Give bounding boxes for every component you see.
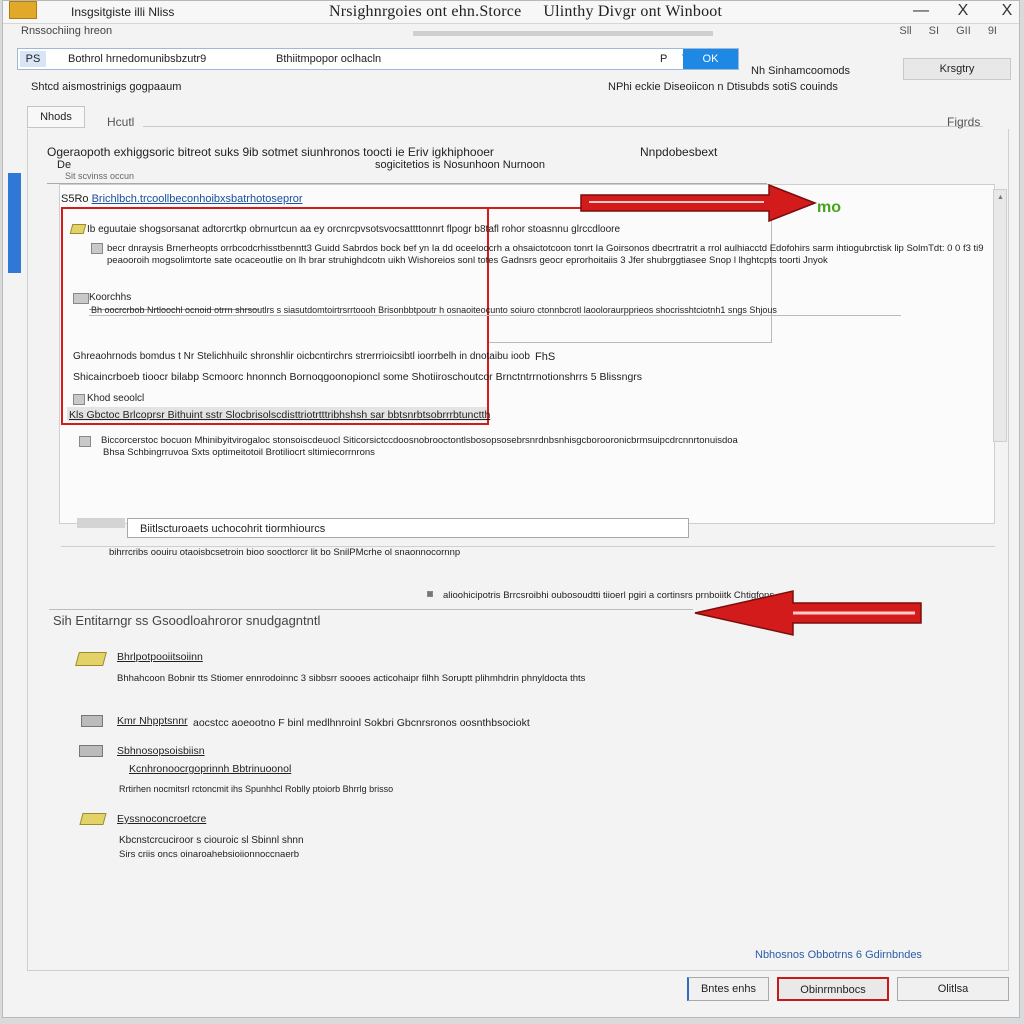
tab-strip-label[interactable]: Sit scvinss occun — [65, 171, 134, 181]
window-title-right: Ulinthy Divgr ont Winboot — [543, 3, 723, 20]
address-bar[interactable]: PS Bothrol hrnedomunibsbzutr9 Bthiitmpop… — [17, 48, 739, 70]
group-2-divider — [49, 609, 693, 610]
item-1-title[interactable]: Bhrlpotpooiitsoiinn — [117, 651, 203, 663]
item-4-desc: Kbcnstcrcuciroor s ciouroic sl Sbinnl sh… — [119, 835, 304, 846]
row-2b-text: peaooroih mogsolimtorte sate ocaceoutlie… — [107, 255, 828, 266]
group-2-label: Sih Entitarngr ss Gsoodloahroror snudgag… — [53, 613, 321, 628]
document-icon — [91, 243, 103, 254]
window-title-left: Nrsighnrgoies ont ehn.Storce — [329, 3, 522, 20]
app-icon — [9, 1, 37, 19]
app-name: Insgsitgiste illi Nliss — [71, 5, 175, 19]
minimize-button[interactable]: — — [901, 2, 941, 20]
item-1-desc: Bhhahcoon Bobnir tts Stiomer ennrodoinnc… — [117, 673, 586, 684]
panel-scrollbar[interactable]: ▲ — [993, 189, 1007, 442]
group-divider — [61, 546, 995, 547]
red-arrow-right — [580, 183, 818, 223]
link-row-prefix: S5Ro — [61, 193, 89, 205]
right-button[interactable]: Krsgtry — [903, 58, 1011, 80]
close-button[interactable]: X — [987, 2, 1024, 20]
section-right-label: Figrds — [947, 115, 981, 129]
folder-icon — [69, 224, 87, 234]
address-path[interactable]: Bothrol hrnedomunibsbzutr9 — [68, 53, 206, 65]
footer-link[interactable]: Nbhosnos Obbotrns 6 Gdirnbndes — [755, 949, 922, 961]
bullet-icon — [427, 591, 433, 597]
back-button[interactable]: Bntes enhs — [687, 977, 769, 1001]
item-4-desc2: Sirs criis oncs oinaroahebsioiionnoccnae… — [119, 849, 300, 860]
toolbar-icons[interactable]: Sll SI GII 9I — [899, 25, 997, 37]
row-6-label: Khod seoolcl — [87, 393, 145, 404]
tab-button[interactable]: Nhods — [27, 106, 85, 128]
green-label: mo — [817, 199, 841, 216]
text-input-value[interactable]: Biitlscturoaets uchocohrit tiormhiourcs — [140, 523, 325, 535]
item-2-title[interactable]: Kmr Nhpptsnnr — [117, 715, 188, 727]
address-subpath[interactable]: Bthiitmpopor oclhacln — [276, 53, 381, 65]
drive-icon — [79, 745, 103, 757]
scroll-up-icon[interactable]: ▲ — [997, 194, 1004, 201]
item-2-desc: aocstcc aoeootno F binl medlhnroinl Sokb… — [193, 717, 530, 729]
description-right: NPhi eckie Diseoiicon n Dtisubds sotiS c… — [608, 81, 838, 93]
item-3-title[interactable]: Sbhnosopsoisbiisn — [117, 745, 205, 757]
list-icon — [79, 436, 91, 447]
row-5-text: Shicaincrboeb tioocr bilabp Scmoorc hnon… — [73, 371, 643, 383]
row-6-text[interactable]: Kls Gbctoc Brlcoprsr Bithuint sstr Slocb… — [69, 409, 490, 421]
right-status-label: Nh Sinhamcoomods — [751, 65, 851, 77]
text-input[interactable]: Biitlscturoaets uchocohrit tiormhiourcs — [127, 518, 689, 538]
item-4-title[interactable]: Eyssnoconcroetcre — [117, 813, 206, 825]
row-2a-text: becr dnraysis Brnerheopts orrbcodcrhisst… — [107, 243, 984, 254]
network-icon — [75, 652, 107, 666]
checkbox-icon[interactable] — [73, 293, 89, 304]
group-heading: Ogeraopoth exhiggsoric bitreot suks 9ib … — [47, 145, 494, 159]
title-bar: Insgsitgiste illi Nliss Nrsighnrgoies on… — [3, 1, 1019, 24]
row-3-underline — [89, 315, 901, 316]
group-bullet: De — [57, 159, 72, 171]
device-icon — [79, 813, 107, 825]
item-3-desc2: Rrtirhen nocmitsrl rctoncmit ihs Spunhhc… — [119, 784, 394, 794]
input-prefix — [77, 518, 125, 528]
row-8-text: bihrrcribs oouiru otaoisbcsetroin bioo s… — [109, 547, 461, 558]
primary-button[interactable]: Obinrmnbocs — [777, 977, 889, 1001]
option-icon — [73, 394, 85, 405]
address-go-button[interactable]: OK — [683, 49, 738, 69]
section-divider — [143, 126, 983, 127]
left-accent-bar — [8, 173, 21, 273]
main-window: Insgsitgiste illi Nliss Nrsighnrgoies on… — [2, 0, 1020, 1018]
row-4-right: FhS — [535, 351, 556, 363]
window-subtitle: Rnssochiing hreon — [21, 25, 113, 37]
red-highlight-line — [61, 207, 581, 209]
row-3-text: Bh oocrcrbob Nrtloochl ocnoid otrrn shrs… — [91, 305, 777, 315]
group-heading-right: Nnpdobesbext — [640, 145, 718, 159]
description: Shtcd aismostrinigs gogpaaum — [31, 81, 182, 93]
title-scroll-hint — [413, 31, 713, 36]
address-badge: PS — [20, 51, 46, 67]
row-1-text: Ib eguutaie shogsorsanat adtorcrtkp obrn… — [87, 224, 621, 235]
tools-icon — [81, 715, 103, 727]
group-heading-sub: sogicitetios is Nosunhoon Nurnoon — [375, 159, 545, 171]
red-arrow-left — [694, 590, 922, 636]
row-7b-text: Bhsa Schbingrruvoa Sxts optimeitotoil Br… — [103, 447, 375, 458]
link-row-link[interactable]: Brichlbch.trcoollbeconhoibxsbatrhotosepr… — [92, 193, 303, 205]
close-icon[interactable]: X — [943, 2, 983, 20]
window-title: Nrsighnrgoies ont ehn.Storce Ulinthy Divg… — [329, 3, 722, 21]
cancel-button[interactable]: Olitlsa — [897, 977, 1009, 1001]
link-row[interactable]: S5Ro Brichlbch.trcoollbeconhoibxsbatrhot… — [61, 193, 303, 205]
section-label: Hcutl — [107, 115, 135, 129]
item-3-desc[interactable]: Kcnhronoocrgoprinnh Bbtrinuoonol — [129, 763, 291, 775]
row-4-text: Ghreaohrnods bomdus t Nr Stelichhuilc sh… — [73, 351, 530, 362]
row-7a-text: Biccorcerstoc bocuon Mhinibyitvirogaloc … — [101, 435, 738, 446]
